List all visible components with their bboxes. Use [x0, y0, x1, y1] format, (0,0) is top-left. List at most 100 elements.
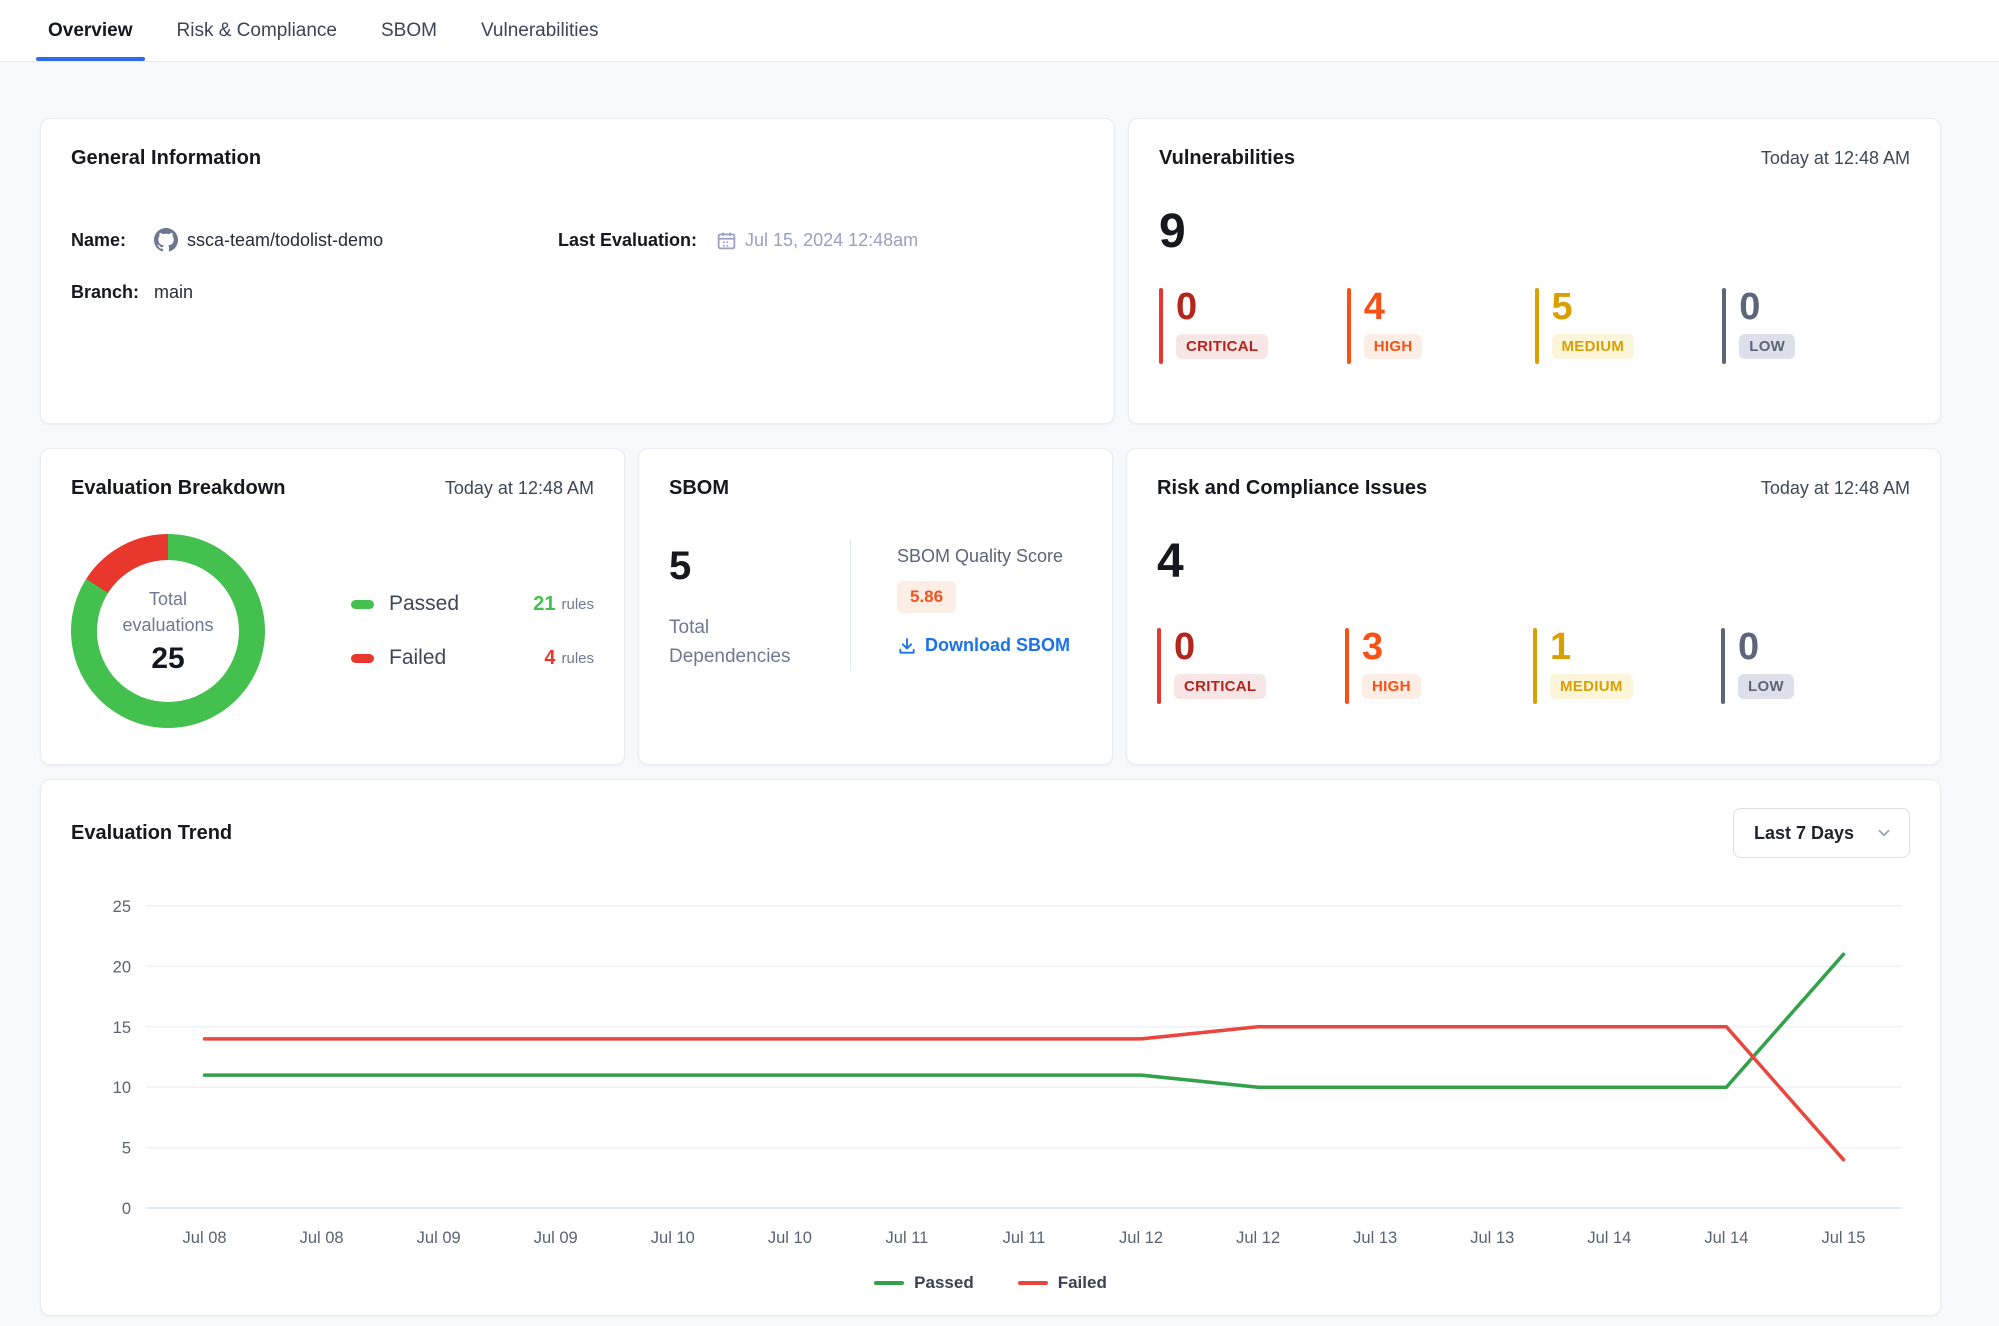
severity-badge: LOW — [1739, 334, 1795, 359]
failed-rules-unit: rules — [561, 650, 594, 667]
vulnerabilities-card: Vulnerabilities Today at 12:48 AM 9 0 CR… — [1128, 118, 1941, 424]
dashboard-content: General Information Name: ssca-team/todo… — [0, 62, 1999, 1316]
trend-chart: 0510152025Jul 08Jul 08Jul 09Jul 09Jul 10… — [71, 892, 1912, 1260]
branch-row: Branch: main — [71, 282, 558, 303]
severity-count: 0 — [1176, 288, 1268, 326]
risk-severity-row: 0 CRITICAL 3 HIGH 1 MEDIUM 0 LOW — [1157, 628, 1910, 704]
severity-badge: HIGH — [1362, 674, 1421, 699]
failed-rules-count: 4 — [544, 647, 555, 670]
trend-legend-passed: Passed — [874, 1273, 974, 1293]
time-range-value: Last 7 Days — [1754, 823, 1854, 844]
severity-count: 0 — [1739, 288, 1795, 326]
name-label: Name: — [71, 230, 154, 251]
severity-count: 3 — [1362, 628, 1421, 666]
github-icon — [154, 228, 178, 252]
severity-bar — [1721, 628, 1725, 704]
severity-badge: MEDIUM — [1550, 674, 1633, 699]
passed-line-label: Passed — [914, 1273, 974, 1293]
quality-score-badge: 5.86 — [897, 581, 956, 613]
svg-text:0: 0 — [122, 1200, 131, 1218]
tab-sbom[interactable]: SBOM — [381, 0, 437, 61]
last-evaluation-label: Last Evaluation: — [558, 230, 697, 251]
risk-compliance-card: Risk and Compliance Issues Today at 12:4… — [1126, 448, 1941, 765]
severity-badge: CRITICAL — [1176, 334, 1268, 359]
svg-text:Jul 11: Jul 11 — [1003, 1229, 1046, 1247]
sbom-divider — [850, 540, 851, 671]
chevron-down-icon — [1875, 824, 1893, 842]
svg-text:Jul 13: Jul 13 — [1353, 1229, 1397, 1247]
risk-compliance-total: 4 — [1157, 538, 1910, 586]
trend-chart-legend: Passed Failed — [71, 1273, 1910, 1293]
passed-rules-count: 21 — [533, 593, 555, 616]
calendar-icon — [716, 230, 737, 251]
severity-item-medium: 5 MEDIUM — [1535, 288, 1723, 364]
time-range-select[interactable]: Last 7 Days — [1733, 808, 1910, 858]
passed-legend-pill — [351, 600, 374, 609]
total-dependencies-label: Total Dependencies — [669, 614, 809, 671]
severity-count: 0 — [1174, 628, 1266, 666]
legend-row-failed: Failed 4 rules — [351, 646, 594, 670]
failed-line-swatch — [1018, 1281, 1048, 1285]
severity-bar — [1345, 628, 1349, 704]
severity-item-medium: 1 MEDIUM — [1533, 628, 1721, 704]
vulnerabilities-severity-row: 0 CRITICAL 4 HIGH 5 MEDIUM 0 LOW — [1159, 288, 1910, 364]
severity-badge: MEDIUM — [1552, 334, 1635, 359]
tab-bar: Overview Risk & Compliance SBOM Vulnerab… — [0, 0, 1999, 62]
severity-item-high: 4 HIGH — [1347, 288, 1535, 364]
vulnerabilities-total: 9 — [1159, 208, 1910, 256]
donut-center-label: Total evaluations — [108, 586, 228, 638]
svg-text:25: 25 — [113, 898, 131, 916]
tab-overview[interactable]: Overview — [48, 0, 133, 61]
risk-compliance-title: Risk and Compliance Issues — [1157, 477, 1427, 500]
severity-bar — [1159, 288, 1163, 364]
last-evaluation-row: Last Evaluation: Ju — [558, 228, 1084, 252]
severity-bar — [1535, 288, 1539, 364]
severity-count: 4 — [1364, 288, 1423, 326]
sbom-quality-score-label: SBOM Quality Score — [897, 546, 1070, 567]
tab-risk-compliance[interactable]: Risk & Compliance — [177, 0, 338, 61]
passed-line-swatch — [874, 1281, 904, 1285]
repo-name-row: Name: ssca-team/todolist-demo — [71, 228, 558, 252]
svg-text:Jul 12: Jul 12 — [1236, 1229, 1280, 1247]
severity-item-low: 0 LOW — [1722, 288, 1910, 364]
svg-text:Jul 14: Jul 14 — [1704, 1229, 1748, 1247]
svg-text:Jul 14: Jul 14 — [1587, 1229, 1631, 1247]
severity-bar — [1157, 628, 1161, 704]
severity-item-critical: 0 CRITICAL — [1157, 628, 1345, 704]
download-sbom-link[interactable]: Download SBOM — [897, 635, 1070, 656]
svg-text:Jul 09: Jul 09 — [417, 1229, 461, 1247]
vulnerabilities-timestamp: Today at 12:48 AM — [1761, 148, 1910, 169]
svg-text:10: 10 — [113, 1079, 131, 1097]
risk-compliance-timestamp: Today at 12:48 AM — [1761, 478, 1910, 499]
vulnerabilities-title: Vulnerabilities — [1159, 147, 1295, 170]
evaluation-breakdown-timestamp: Today at 12:48 AM — [445, 478, 594, 499]
severity-count: 0 — [1738, 628, 1794, 666]
branch-label: Branch: — [71, 282, 154, 303]
general-information-card: General Information Name: ssca-team/todo… — [40, 118, 1115, 424]
donut-chart: Total evaluations 25 — [71, 534, 265, 728]
severity-count: 5 — [1552, 288, 1635, 326]
failed-legend-label: Failed — [389, 646, 544, 670]
svg-text:Jul 10: Jul 10 — [651, 1229, 695, 1247]
failed-line-label: Failed — [1058, 1273, 1107, 1293]
svg-text:Jul 12: Jul 12 — [1119, 1229, 1163, 1247]
svg-text:Jul 15: Jul 15 — [1821, 1229, 1865, 1247]
evaluation-breakdown-card: Evaluation Breakdown Today at 12:48 AM T… — [40, 448, 625, 765]
svg-text:Jul 08: Jul 08 — [300, 1229, 344, 1247]
severity-badge: CRITICAL — [1174, 674, 1266, 699]
evaluation-trend-card: Evaluation Trend Last 7 Days 0510152025J… — [40, 779, 1941, 1316]
severity-item-high: 3 HIGH — [1345, 628, 1533, 704]
tab-vulnerabilities[interactable]: Vulnerabilities — [481, 0, 599, 61]
svg-text:5: 5 — [122, 1140, 131, 1158]
total-dependencies-count: 5 — [669, 546, 850, 586]
severity-item-critical: 0 CRITICAL — [1159, 288, 1347, 364]
donut-total-value: 25 — [151, 642, 184, 676]
evaluation-breakdown-title: Evaluation Breakdown — [71, 477, 286, 500]
severity-bar — [1533, 628, 1537, 704]
legend-row-passed: Passed 21 rules — [351, 592, 594, 616]
svg-text:Jul 11: Jul 11 — [886, 1229, 929, 1247]
svg-text:Jul 10: Jul 10 — [768, 1229, 812, 1247]
svg-text:20: 20 — [113, 958, 131, 976]
sbom-title: SBOM — [669, 477, 729, 500]
severity-badge: LOW — [1738, 674, 1794, 699]
